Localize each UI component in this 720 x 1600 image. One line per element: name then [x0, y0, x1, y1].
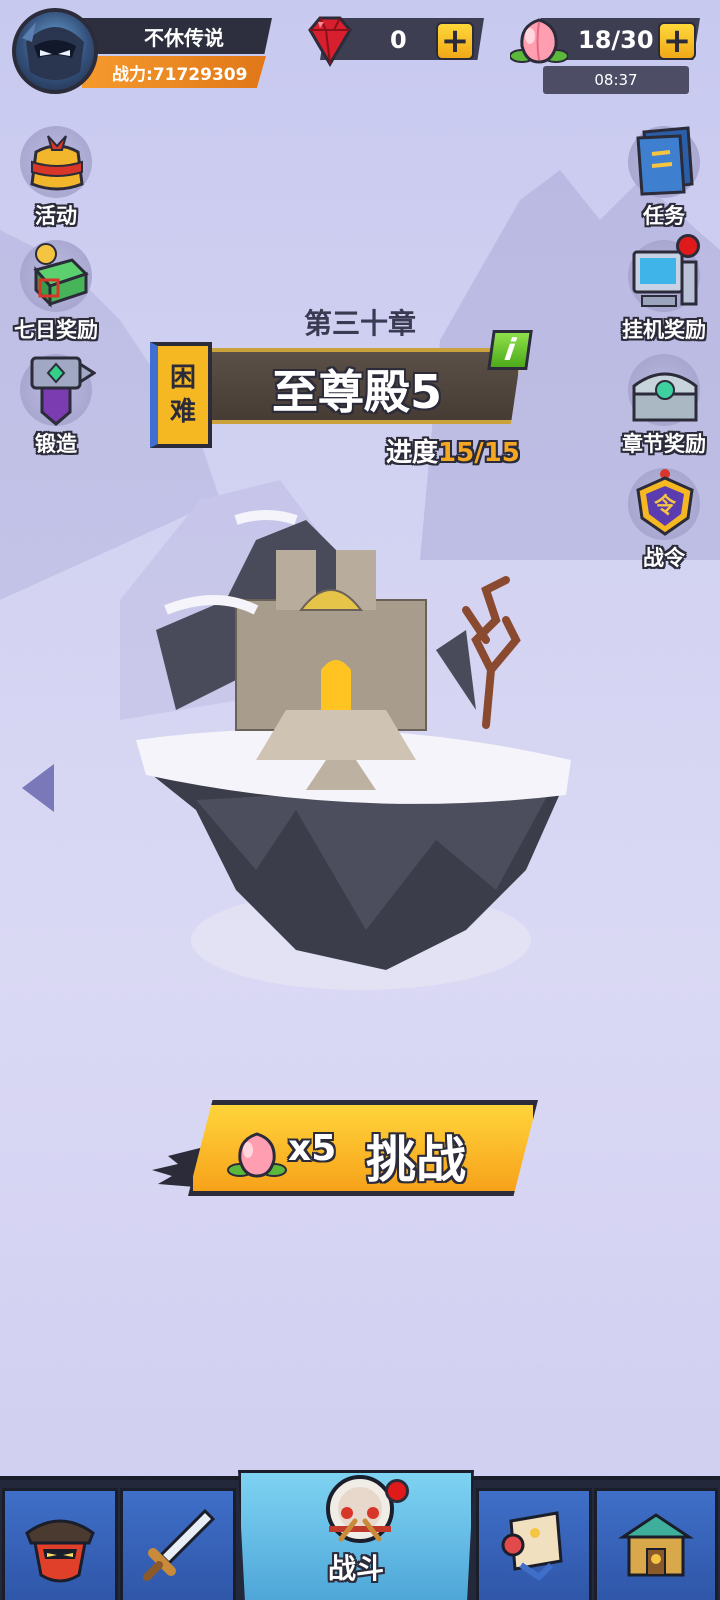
guild-building-icon — [618, 1513, 694, 1577]
tasks-label: 任务 — [643, 204, 685, 228]
nav-tab-map[interactable] — [476, 1488, 592, 1600]
chapter-reward-button[interactable]: 章节奖励 — [614, 354, 714, 464]
activity-label: 活动 — [35, 204, 77, 228]
floating-island — [136, 510, 571, 990]
challenge-label: 挑战 — [366, 1131, 466, 1189]
avatar[interactable] — [12, 8, 98, 94]
activity-button[interactable]: 活动 — [6, 126, 106, 236]
forge-button[interactable]: 锻造 — [6, 354, 106, 464]
add-stamina-button[interactable]: + — [658, 22, 696, 60]
idle-reward-notification-dot — [676, 234, 700, 258]
challenge-button[interactable]: x5 挑战 — [148, 1100, 548, 1204]
difficulty-char-2: 难 — [169, 397, 196, 427]
forge-label: 锻造 — [35, 432, 77, 456]
player-name: 不休传说 — [144, 25, 224, 50]
gem-counter: 0 + — [300, 12, 490, 72]
nav-tab-equipment[interactable] — [120, 1488, 236, 1600]
gem-value: 0 — [390, 26, 407, 54]
difficulty-tag: 困 难 — [150, 342, 212, 448]
treasure-chest-icon — [632, 372, 698, 422]
challenge-cost: x5 — [288, 1128, 337, 1169]
sword-icon — [143, 1508, 216, 1581]
ninja-hero-icon — [25, 1519, 95, 1583]
red-gem-icon — [308, 16, 352, 67]
stage-name: 至尊殿5 — [271, 365, 442, 419]
player-profile[interactable]: 不休传说 战力:71729309 — [12, 8, 272, 94]
gift-bag-icon — [30, 135, 84, 191]
progress-value: 15/15 — [438, 438, 520, 468]
peach-icon — [510, 18, 568, 64]
nav-tab-guild[interactable] — [594, 1488, 718, 1600]
power-text: 战力:71729309 — [112, 60, 247, 85]
stamina-timer-box: 08:37 — [543, 66, 689, 94]
battle-pass-label: 战令 — [643, 546, 685, 570]
stage-info-button[interactable]: i — [487, 330, 533, 370]
scroll-map-icon — [501, 1511, 563, 1581]
ninja-avatar-icon — [22, 22, 84, 80]
forge-hammer-icon — [30, 356, 96, 426]
progress-label: 进度 — [386, 438, 439, 468]
chapter-reward-label: 章节奖励 — [622, 432, 706, 456]
chapter-title: 第三十章 — [303, 307, 416, 340]
nav-tab-battle[interactable]: 战斗 — [238, 1470, 474, 1600]
stamina-timer: 08:37 — [594, 71, 638, 89]
power-value: 71729309 — [152, 64, 248, 85]
battle-pass-button[interactable]: 令 战令 — [614, 468, 714, 578]
reward-crate-icon — [33, 243, 89, 308]
add-gems-button[interactable]: + — [436, 22, 474, 60]
stamina-value: 18/30 — [578, 26, 654, 54]
battle-pass-badge-icon: 令 — [636, 469, 694, 536]
nav-tab-hero[interactable] — [2, 1488, 118, 1600]
player-name-box: 不休传说 — [82, 18, 272, 54]
svg-text:令: 令 — [654, 493, 677, 519]
stamina-counter: 18/30 + — [510, 12, 700, 72]
chapter-progress: 进度15/15 — [386, 432, 520, 469]
power-label: 战力: — [112, 64, 153, 85]
task-scroll-icon — [636, 126, 694, 196]
tasks-button[interactable]: 任务 — [614, 126, 714, 236]
power-box: 战力:71729309 — [82, 56, 266, 88]
peach-cost-icon — [227, 1132, 287, 1178]
difficulty-char-1: 困 — [169, 363, 196, 393]
battle-notification-dot — [385, 1479, 409, 1503]
previous-stage-arrow[interactable] — [18, 760, 58, 816]
bottom-nav: 战斗 — [0, 1470, 720, 1600]
battle-label: 战斗 — [327, 1552, 384, 1585]
